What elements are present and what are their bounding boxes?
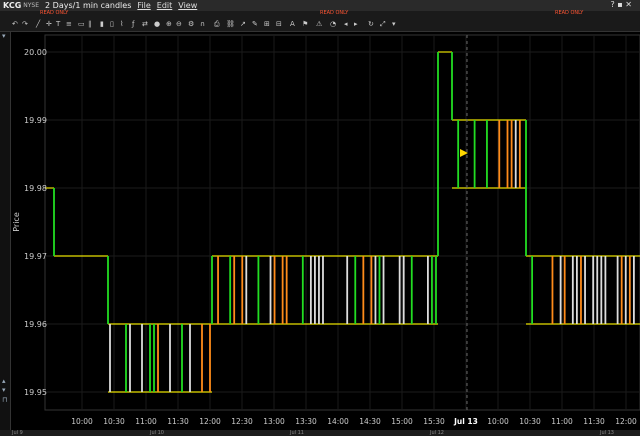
color-icon[interactable]: ● (154, 20, 160, 28)
menu-edit[interactable]: Edit (157, 1, 173, 10)
flag-icon[interactable]: ⚑ (302, 20, 308, 28)
x-tick-label: 11:30 (583, 417, 605, 426)
grid-icon[interactable]: ⊟ (276, 20, 282, 28)
expand-icon[interactable]: ⤢ (380, 20, 386, 28)
x-tick-label: 13:30 (295, 417, 317, 426)
scroll-left-icon[interactable]: ◂ (344, 20, 348, 28)
plot-area[interactable] (44, 34, 640, 411)
label-icon[interactable]: A (290, 20, 295, 28)
zoom-in-icon[interactable]: ⊕ (166, 20, 172, 28)
dropdown-arrow-icon[interactable]: ▾ (392, 20, 396, 28)
x-tick-label: 10:00 (71, 417, 93, 426)
x-tick-label: 10:30 (103, 417, 125, 426)
read-only-label: READ ONLY (555, 10, 584, 16)
left-tool-strip: ▾ ▴ ▾ ⊓ (0, 32, 11, 430)
x-tick-label: 11:00 (135, 417, 157, 426)
line-tool-icon[interactable]: ╱ (36, 20, 40, 28)
read-only-label: READ ONLY (40, 10, 69, 16)
x-tick-label: 13:00 (263, 417, 285, 426)
y-tick-label: 19.97 (24, 252, 47, 261)
y-tick-label: 19.95 (24, 388, 47, 397)
read-only-label: READ ONLY (320, 10, 349, 16)
timeframe-dropdown[interactable]: 2 Days/1 min candles (45, 1, 131, 10)
x-tick-label: 14:30 (359, 417, 381, 426)
y-tick-label: 19.96 (24, 320, 47, 329)
arrow-tool-icon[interactable]: ↗ (240, 20, 246, 28)
scroll-right-icon[interactable]: ▸ (354, 20, 358, 28)
date-label: Jul 12 (430, 430, 444, 436)
indicator-icon[interactable]: ƒ (132, 20, 134, 28)
bar-style-icon[interactable]: ▮ (100, 20, 104, 28)
x-tick-label: 14:00 (327, 417, 349, 426)
y-tick-label: 19.98 (24, 184, 47, 193)
crosshair-icon[interactable]: ✛ (46, 20, 52, 28)
menu-view[interactable]: View (178, 1, 197, 10)
price-chart[interactable]: 20.00 19.99 19.98 19.97 19.96 19.95 Price 10:00… (0, 0, 640, 436)
symbol-label[interactable]: KCG (3, 1, 21, 10)
date-label: Jul 10 (150, 430, 164, 436)
date-label: Jul 11 (290, 430, 304, 436)
fib-tool-icon[interactable]: ≡ (66, 20, 72, 28)
x-tick-label: 15:00 (391, 417, 413, 426)
lock-icon[interactable]: ◔ (330, 20, 336, 28)
refresh-icon[interactable]: ↻ (368, 20, 374, 28)
settings-icon[interactable]: ⚙ (188, 20, 194, 28)
redo-icon[interactable]: ↷ (22, 20, 28, 28)
print-icon[interactable]: ⎙ (214, 20, 220, 28)
link-icon[interactable]: ⛓ (226, 20, 235, 28)
y-axis-label: Price (12, 212, 21, 232)
ruler-icon[interactable]: ⊞ (264, 20, 270, 28)
zoom-out-icon[interactable]: ⊖ (176, 20, 182, 28)
date-label: Jul 13 (600, 430, 614, 436)
collapse-left-icon[interactable]: ▾ (2, 386, 6, 394)
lock-icon[interactable]: ⊓ (2, 396, 7, 404)
y-tick-label: 19.99 (24, 116, 47, 125)
pin-icon[interactable]: ▾ (2, 32, 6, 40)
magnet-icon[interactable]: ∩ (200, 20, 205, 28)
alert-icon[interactable]: ⚠ (316, 20, 322, 28)
x-tick-label: 11:30 (167, 417, 189, 426)
compare-icon[interactable]: ⇄ (142, 20, 148, 28)
x-tick-label: Jul 13 (453, 417, 478, 426)
menu-file[interactable]: File (137, 1, 150, 10)
chart-toolbar: READ ONLY READ ONLY READ ONLY ↶ ↷ ╱ ✛ T … (0, 11, 640, 32)
x-tick-label: 10:30 (519, 417, 541, 426)
x-tick-label: 12:00 (199, 417, 221, 426)
text-tool-icon[interactable]: T (56, 20, 60, 28)
y-tick-label: 20.00 (24, 48, 47, 57)
x-tick-label: 11:00 (551, 417, 573, 426)
expand-left-icon[interactable]: ▴ (2, 377, 6, 385)
x-tick-label: 10:00 (487, 417, 509, 426)
date-label: Jul 9 (12, 430, 23, 436)
line-style-icon[interactable]: ⌇ (120, 20, 123, 28)
x-tick-label: 15:30 (423, 417, 445, 426)
pencil-icon[interactable]: ✎ (252, 20, 258, 28)
shape-tool-icon[interactable]: ▭ (78, 20, 85, 28)
window-controls[interactable]: ? ▪ ✕ (611, 0, 632, 9)
channel-tool-icon[interactable]: ∥ (88, 20, 92, 28)
exchange-label: NYSE (23, 2, 40, 9)
x-tick-label: 12:00 (615, 417, 637, 426)
x-tick-label: 12:30 (231, 417, 253, 426)
candle-style-icon[interactable]: ▯ (110, 20, 114, 28)
undo-icon[interactable]: ↶ (12, 20, 18, 28)
status-bar: Jul 9 Jul 10 Jul 11 Jul 12 Jul 13 (0, 430, 640, 436)
